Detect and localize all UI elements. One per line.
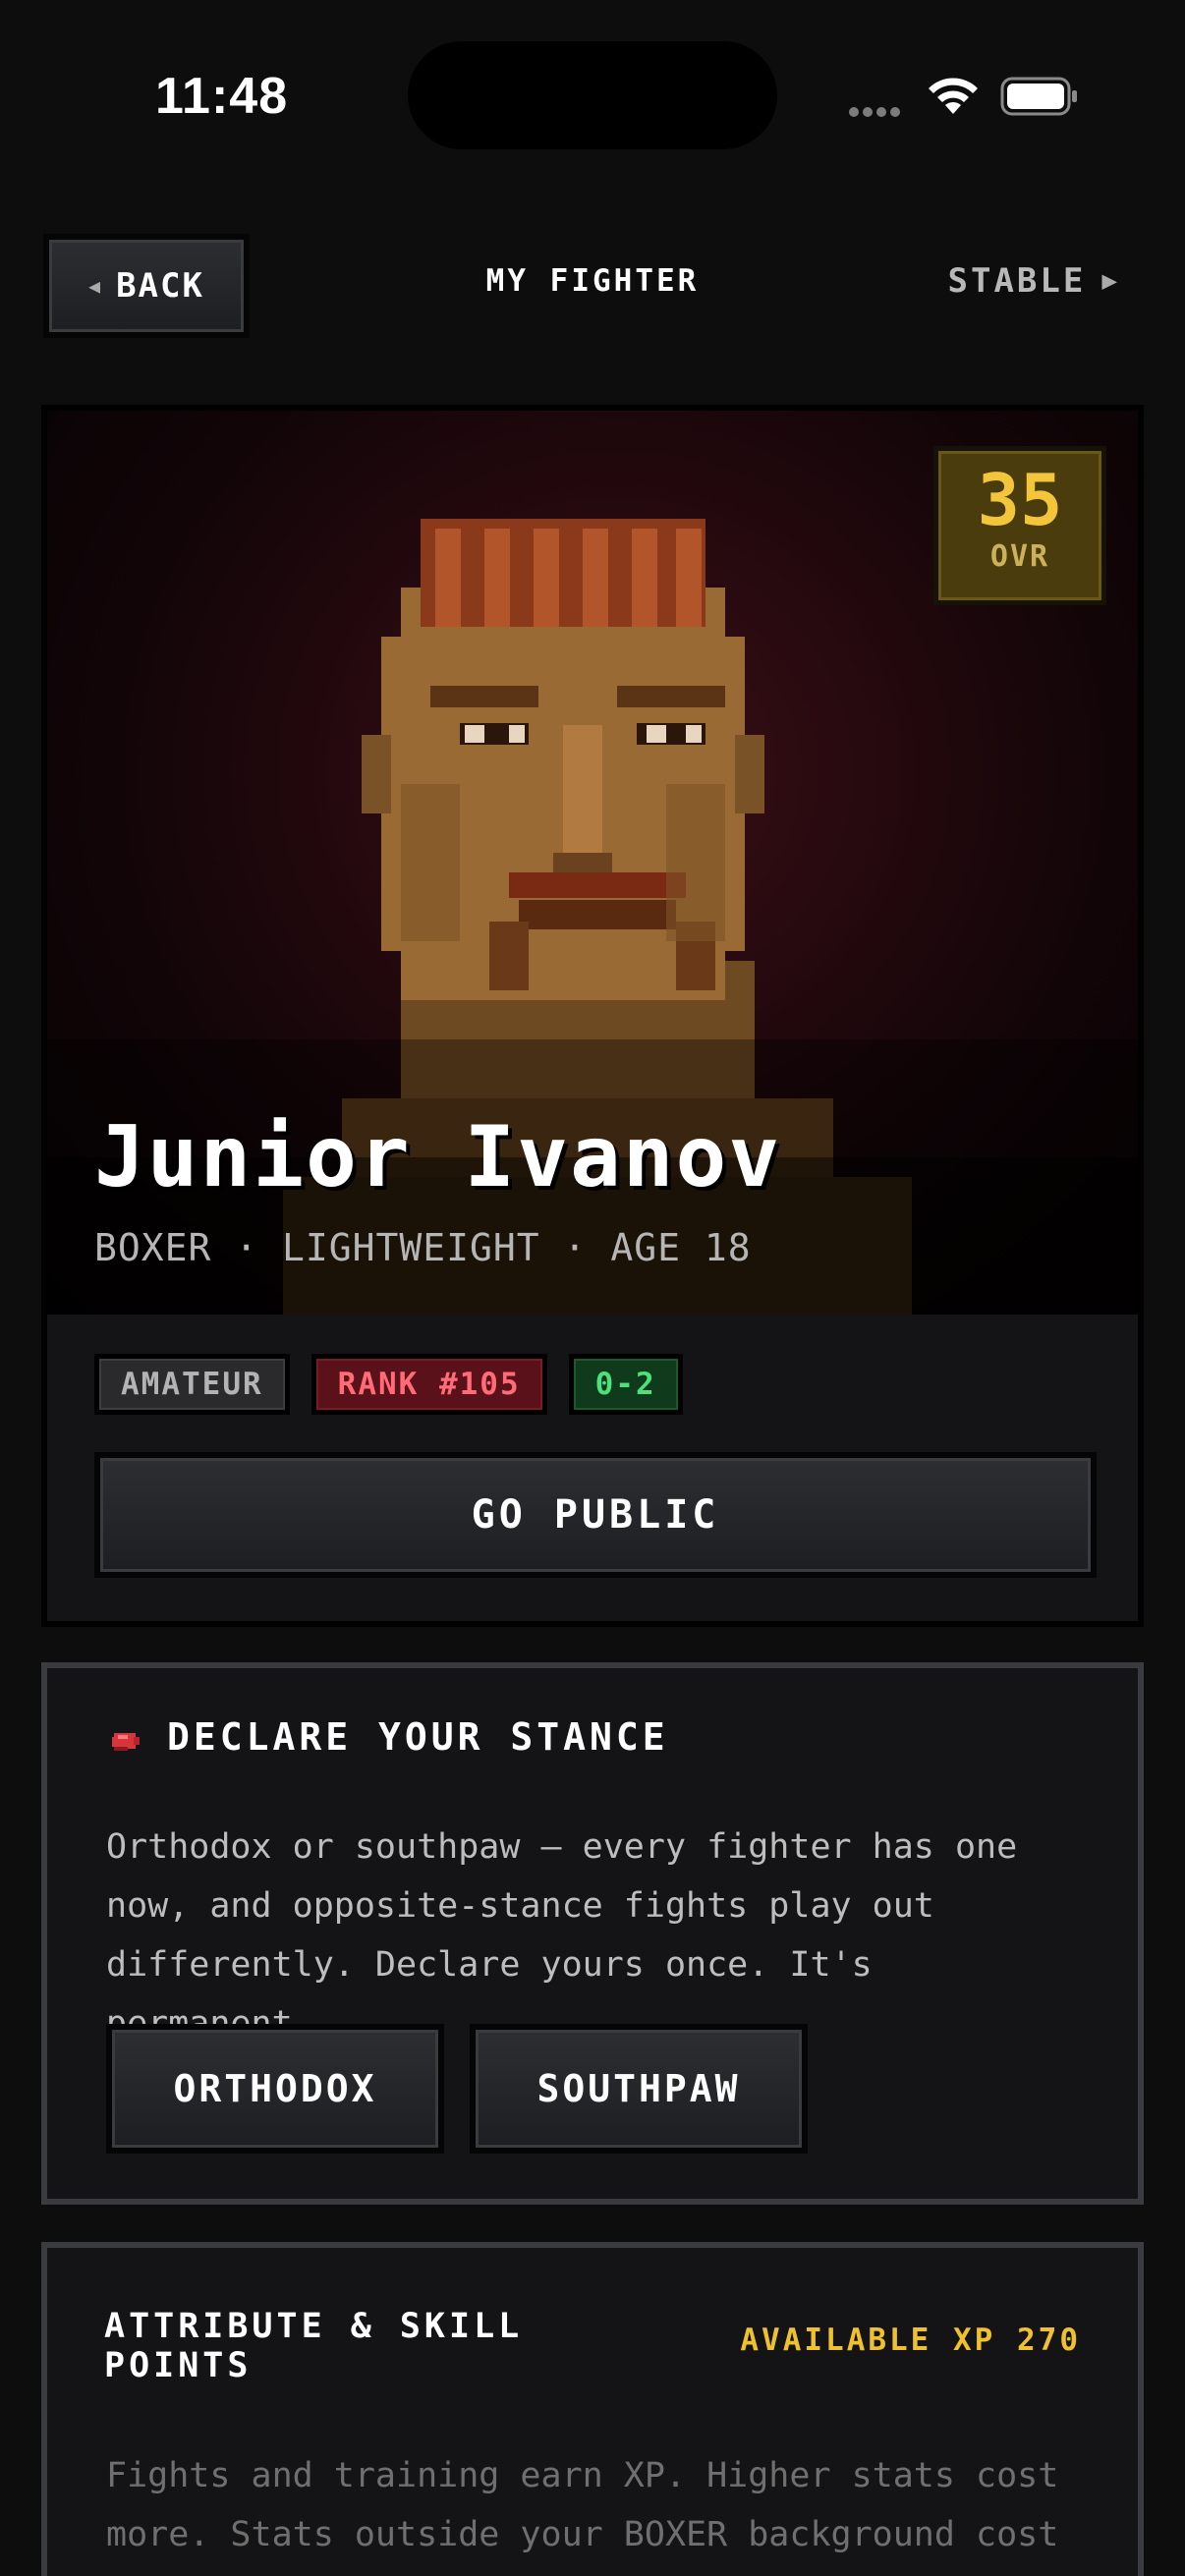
status-bar: 11:48	[0, 0, 1185, 187]
boxing-glove-icon	[112, 1733, 140, 1751]
dynamic-island	[408, 41, 777, 149]
fighter-badges: AMATEUR RANK #105 0-2	[94, 1354, 683, 1415]
fighter-name: Junior Ivanov	[94, 1108, 782, 1206]
page-title: MY FIGHTER	[485, 263, 700, 299]
rank-badge: RANK #105	[310, 1354, 547, 1415]
record-badge: 0-2	[568, 1354, 683, 1415]
stance-title: DECLARE YOUR STANCE	[167, 1715, 669, 1759]
orthodox-button[interactable]: ORTHODOX	[106, 2024, 444, 2154]
attributes-card: ATTRIBUTE & SKILL POINTS AVAILABLE XP 27…	[41, 2242, 1144, 2576]
ovr-badge: 35 OVR	[933, 446, 1106, 605]
southpaw-button[interactable]: SOUTHPAW	[470, 2024, 808, 2154]
back-button[interactable]: ◀ BACK	[43, 234, 250, 338]
fighter-meta: BOXER · LIGHTWEIGHT · AGE 18	[94, 1226, 752, 1269]
go-public-button[interactable]: GO PUBLIC	[94, 1452, 1097, 1578]
stance-description: Orthodox or southpaw — every fighter has…	[106, 1827, 1018, 2044]
wifi-icon	[929, 78, 978, 114]
stance-options: ORTHODOX SOUTHPAW	[106, 2024, 808, 2154]
status-time: 11:48	[155, 68, 289, 125]
fighter-portrait: 35 OVR Junior Ivanov BOXER · LIGHTWEIGHT…	[47, 411, 1138, 1315]
fighter-card: 35 OVR Junior Ivanov BOXER · LIGHTWEIGHT…	[41, 405, 1144, 1627]
ovr-label: OVR	[989, 539, 1050, 574]
level-badge: AMATEUR	[94, 1354, 290, 1415]
attributes-description: Fights and training earn XP. Higher stat…	[106, 2456, 1059, 2554]
attributes-title: ATTRIBUTE & SKILL POINTS	[104, 2307, 524, 2385]
battery-icon	[1000, 77, 1077, 116]
back-button-label: BACK	[116, 266, 204, 306]
cellular-signal-icon	[849, 102, 904, 121]
ovr-value: 35	[977, 459, 1063, 541]
stance-card: DECLARE YOUR STANCE Orthodox or southpaw…	[41, 1662, 1144, 2205]
stable-link[interactable]: STABLE ▶	[948, 261, 1120, 301]
stable-link-label: STABLE	[947, 261, 1087, 301]
available-xp: AVAILABLE XP 270	[740, 2323, 1081, 2358]
back-arrow-icon: ◀	[88, 274, 103, 298]
forward-arrow-icon: ▶	[1101, 266, 1120, 296]
